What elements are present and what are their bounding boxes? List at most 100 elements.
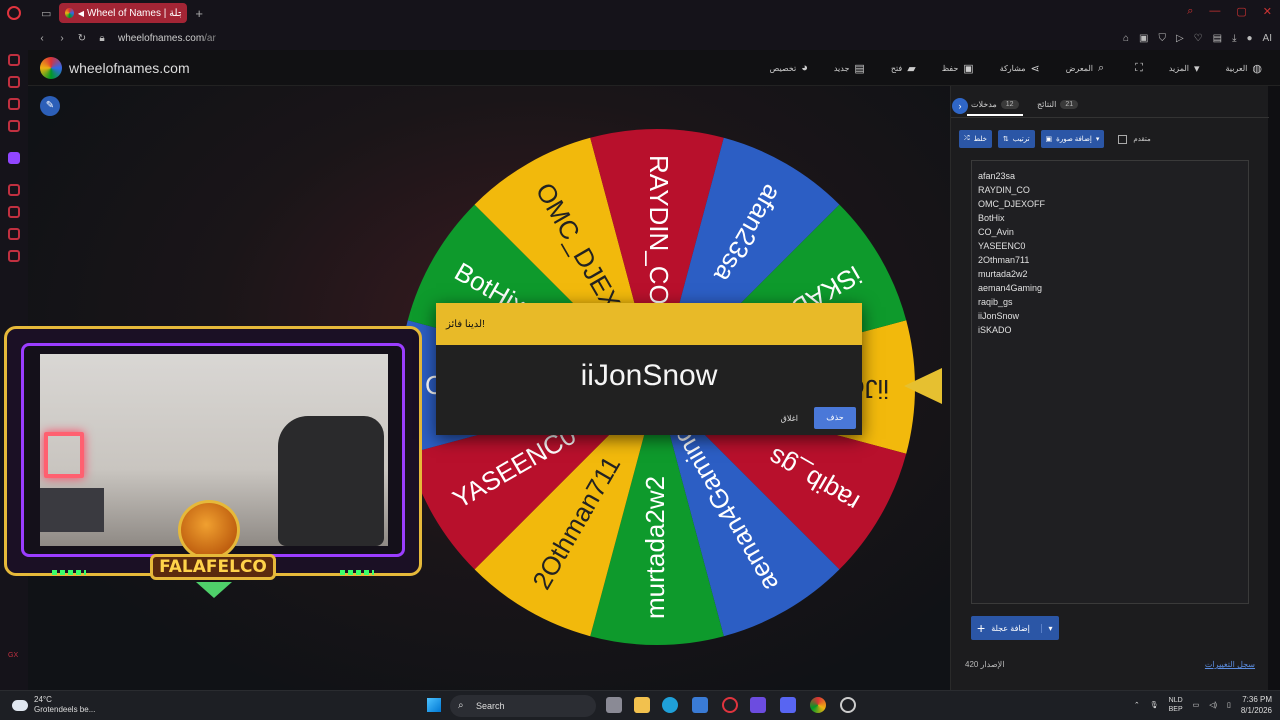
- entry-line: afan23sa: [978, 171, 1016, 181]
- weather-desc: Grotendeels be...: [34, 705, 96, 714]
- menu-item[interactable]: ⛶: [1130, 62, 1143, 75]
- tab-list-icon[interactable]: ▭: [41, 7, 51, 20]
- date: 8/1/2026: [1240, 706, 1272, 715]
- close-button[interactable]: اغلاق: [781, 414, 798, 423]
- pc-case: [40, 488, 104, 532]
- sidebar-app-icon[interactable]: [8, 98, 20, 110]
- menu-item-label: فتح: [890, 63, 903, 73]
- gx-logo-icon[interactable]: GX: [8, 652, 18, 659]
- task-view-icon[interactable]: [606, 697, 622, 713]
- entries-count-badge: 12: [1000, 100, 1019, 109]
- menu-item[interactable]: المعرض ⌕: [1066, 62, 1104, 75]
- speaker-icon[interactable]: ◀: [78, 9, 84, 18]
- profile-icon[interactable]: ●: [1247, 33, 1253, 44]
- weather-temp: 24°C: [34, 695, 52, 704]
- network-icon[interactable]: ▭: [1193, 701, 1200, 709]
- windows-start-icon[interactable]: [427, 698, 441, 712]
- menu-item[interactable]: تخصيص ◕: [770, 62, 808, 74]
- maximize-icon[interactable]: ▢: [1236, 5, 1246, 18]
- snapshot-icon[interactable]: ▣: [1139, 33, 1148, 44]
- taskbar-search[interactable]: ⌕ Search: [450, 695, 596, 717]
- edit-pencil-icon[interactable]: ✎: [40, 96, 60, 116]
- settings-icon[interactable]: [8, 250, 20, 262]
- gaming-chair: [278, 416, 384, 546]
- download-icon[interactable]: ⤓: [1232, 33, 1236, 44]
- microphone-icon[interactable]: 🎙︎: [1150, 701, 1159, 709]
- sort-button[interactable]: ⇅ ترتيب: [997, 130, 1035, 148]
- wheel-logo-icon[interactable]: [40, 56, 62, 79]
- stream-webcam-overlay: FALAFELCO: [0, 322, 426, 602]
- sidebar-app-icon[interactable]: [8, 120, 20, 132]
- sidebar-app-icon[interactable]: [8, 228, 20, 240]
- menu-item[interactable]: جديد ▤: [834, 62, 865, 75]
- app-icon[interactable]: [840, 697, 856, 713]
- sidebar-app-icon[interactable]: [8, 76, 20, 88]
- menu-item[interactable]: مشاركة ⋖: [1000, 62, 1040, 75]
- lock-icon: 🔒︎: [99, 32, 105, 44]
- menu-item[interactable]: العربية ◍: [1226, 62, 1262, 75]
- reload-icon[interactable]: ↻: [76, 33, 88, 44]
- search-tabs-icon[interactable]: ⌕: [1187, 5, 1193, 18]
- chrome-icon[interactable]: [810, 697, 826, 713]
- collapse-panel-icon[interactable]: ›: [952, 98, 968, 114]
- add-wheel-button[interactable]: + إضافة عجلة ▾: [971, 616, 1059, 640]
- minimize-icon[interactable]: —: [1209, 5, 1220, 18]
- changelog-link[interactable]: سجل التغييرات: [1205, 660, 1255, 669]
- vpn-icon[interactable]: ⛉: [1158, 33, 1166, 44]
- language-code: NLD: [1168, 697, 1183, 704]
- language-indicator[interactable]: NLD BEP: [1169, 696, 1183, 714]
- opera-gx-taskbar-icon[interactable]: [722, 697, 738, 713]
- browser-tab-active[interactable]: ◀ Wheel of Names | عجلة...: [59, 3, 188, 23]
- logo-triangle: [196, 582, 232, 598]
- palette-icon: ◕: [801, 62, 808, 74]
- app-icon[interactable]: [750, 697, 766, 713]
- wallet-icon[interactable]: ▤: [1213, 33, 1222, 44]
- menu-item-label: المعرض: [1065, 63, 1093, 73]
- weather-widget[interactable]: 24°C Grotendeels be...: [12, 695, 95, 715]
- volume-icon[interactable]: ◁): [1209, 701, 1217, 709]
- folder-icon: ▰: [907, 62, 916, 75]
- address-bar-tools: ⌂ ▣ ⛉ ▷ ♡ ▤ ⤓ ● AI: [1123, 33, 1272, 44]
- discord-icon[interactable]: [780, 697, 796, 713]
- entries-textarea[interactable]: afan23sa RAYDIN_CO OMC_DJEXOFF BotHix CO_Avi…: [971, 160, 1249, 604]
- advanced-checkbox[interactable]: [1118, 134, 1128, 144]
- remove-winner-button[interactable]: حذف: [814, 407, 856, 429]
- play-icon[interactable]: ▷: [1176, 33, 1184, 44]
- wheel-favicon-icon: [65, 8, 74, 18]
- caret-down-icon[interactable]: ▾: [1041, 623, 1059, 633]
- tab-entries[interactable]: مدخلات 12: [967, 100, 1023, 116]
- chevron-up-icon[interactable]: ⌃: [1134, 701, 1140, 709]
- history-icon[interactable]: [8, 206, 20, 218]
- shuffle-button[interactable]: ⤮ خلط: [959, 130, 992, 148]
- ai-icon[interactable]: AI: [1263, 33, 1272, 44]
- url-field[interactable]: wheelofnames.com/ar: [118, 33, 216, 44]
- menu-item[interactable]: فتح ▰: [891, 62, 916, 75]
- site-title[interactable]: wheelofnames.com: [69, 60, 190, 76]
- sidebar-app-icon[interactable]: [8, 184, 20, 196]
- menu-item[interactable]: حفظ ▣: [942, 62, 974, 75]
- entry-line: raqib_gs: [978, 297, 1013, 307]
- twitch-icon[interactable]: [8, 152, 20, 164]
- tab-results[interactable]: النتائج 21: [1037, 100, 1079, 109]
- neon-sign: [44, 432, 84, 478]
- heart-icon[interactable]: ♡: [1194, 33, 1203, 44]
- forward-icon[interactable]: ›: [56, 33, 68, 44]
- new-tab-button[interactable]: +: [195, 6, 203, 21]
- clock[interactable]: 7:36 PM 8/1/2026: [1241, 694, 1272, 716]
- sidebar-app-icon[interactable]: [8, 54, 20, 66]
- file-explorer-icon[interactable]: [634, 697, 650, 713]
- caret-down-icon: ▾: [1193, 62, 1200, 75]
- opera-logo-icon[interactable]: [7, 6, 21, 20]
- entry-line: iSKADO: [978, 325, 1012, 335]
- add-image-button[interactable]: ▣ إضافة صورة ▾: [1040, 130, 1105, 148]
- battery-icon[interactable]: ▯: [1227, 701, 1231, 709]
- close-window-icon[interactable]: ✕: [1263, 5, 1272, 18]
- sort-icon: ⇅: [1002, 136, 1009, 143]
- edge-icon[interactable]: [662, 697, 678, 713]
- menu-item[interactable]: المزيد ▾: [1169, 62, 1200, 75]
- bookmark-icon[interactable]: ⌂: [1123, 33, 1129, 44]
- store-icon[interactable]: [692, 697, 708, 713]
- file-icon: ▤: [854, 62, 865, 75]
- back-icon[interactable]: ‹: [36, 33, 48, 44]
- results-count-badge: 21: [1060, 100, 1079, 109]
